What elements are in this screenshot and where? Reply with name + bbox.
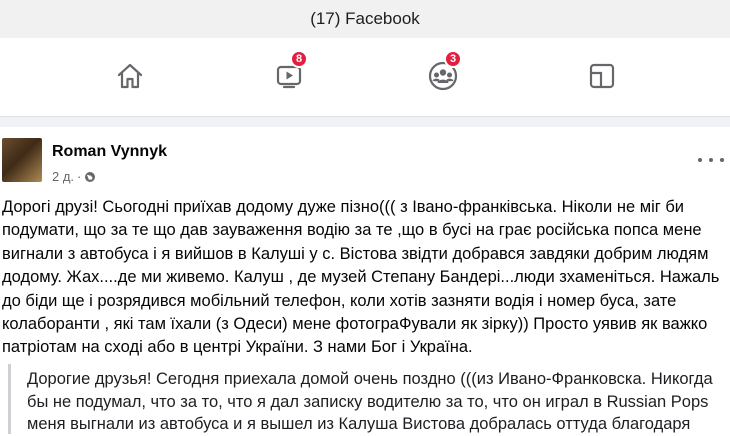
nav-home-tab[interactable] [112,58,148,94]
post-header: Roman Vynnyk 2 д. · [0,138,730,190]
translation-block: Дорогие друзья! Сегодня приехала домой о… [8,364,730,434]
watch-notification-badge: 8 [290,50,308,68]
nav-groups-tab[interactable]: 3 [425,50,462,94]
post-options-button[interactable] [698,152,724,168]
post-timestamp[interactable]: 2 д. [52,169,74,184]
globe-icon [85,171,96,182]
more-icon-dot [720,158,724,162]
feed-separator [0,117,730,127]
top-navigation: 8 3 [0,38,730,117]
more-icon [698,158,702,162]
translated-text: Дорогие друзья! Сегодня приехала домой о… [27,370,713,433]
post-meta: 2 д. · [52,169,96,184]
nav-watch-tab[interactable]: 8 [271,50,308,94]
author-name[interactable]: Roman Vynnyk [52,143,167,161]
home-icon [117,63,143,89]
avatar[interactable] [2,138,42,182]
post-body-text: Дорогі друзі! Сьогодні приїхав додому ду… [2,198,720,357]
gaming-icon [589,63,615,89]
more-icon-dot [709,158,713,162]
meta-separator: · [77,169,82,184]
window-title: (17) Facebook [310,9,420,28]
nav-gaming-tab[interactable] [584,58,620,94]
window-title-bar: (17) Facebook [0,0,730,38]
groups-notification-badge: 3 [444,50,462,68]
